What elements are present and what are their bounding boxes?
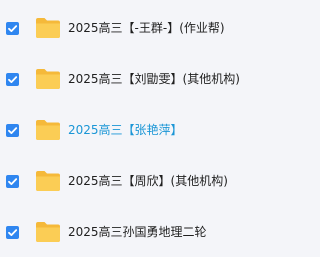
folder-icon bbox=[35, 119, 61, 141]
checkbox-checked-icon[interactable] bbox=[6, 174, 19, 188]
folder-icon bbox=[35, 221, 61, 243]
folder-icon bbox=[35, 170, 61, 192]
file-name: 2025高三【张艳萍】 bbox=[68, 123, 183, 137]
checkbox-checked-icon[interactable] bbox=[6, 225, 19, 239]
file-row[interactable]: 2025高三【周欣】(其他机构) bbox=[0, 161, 285, 201]
folder-icon bbox=[35, 17, 61, 39]
checkbox-checked-icon[interactable] bbox=[6, 21, 19, 35]
file-name: 2025高三【刘勖雯】(其他机构) bbox=[68, 72, 240, 86]
file-list: 2025高三【-王群-】(作业帮) 2025高三【刘勖雯】(其他机构) 2025… bbox=[0, 0, 285, 257]
file-name: 2025高三【周欣】(其他机构) bbox=[68, 174, 228, 188]
file-name: 2025高三【-王群-】(作业帮) bbox=[68, 21, 225, 35]
file-row[interactable]: 2025高三【张艳萍】 bbox=[0, 110, 285, 150]
checkbox-checked-icon[interactable] bbox=[6, 123, 19, 137]
file-row[interactable]: 2025高三【刘勖雯】(其他机构) bbox=[0, 59, 285, 99]
file-row[interactable]: 2025高三【-王群-】(作业帮) bbox=[0, 8, 285, 48]
file-name: 2025高三孙国勇地理二轮 bbox=[68, 225, 207, 239]
checkbox-checked-icon[interactable] bbox=[6, 72, 19, 86]
folder-icon bbox=[35, 68, 61, 90]
file-row[interactable]: 2025高三孙国勇地理二轮 bbox=[0, 212, 285, 252]
